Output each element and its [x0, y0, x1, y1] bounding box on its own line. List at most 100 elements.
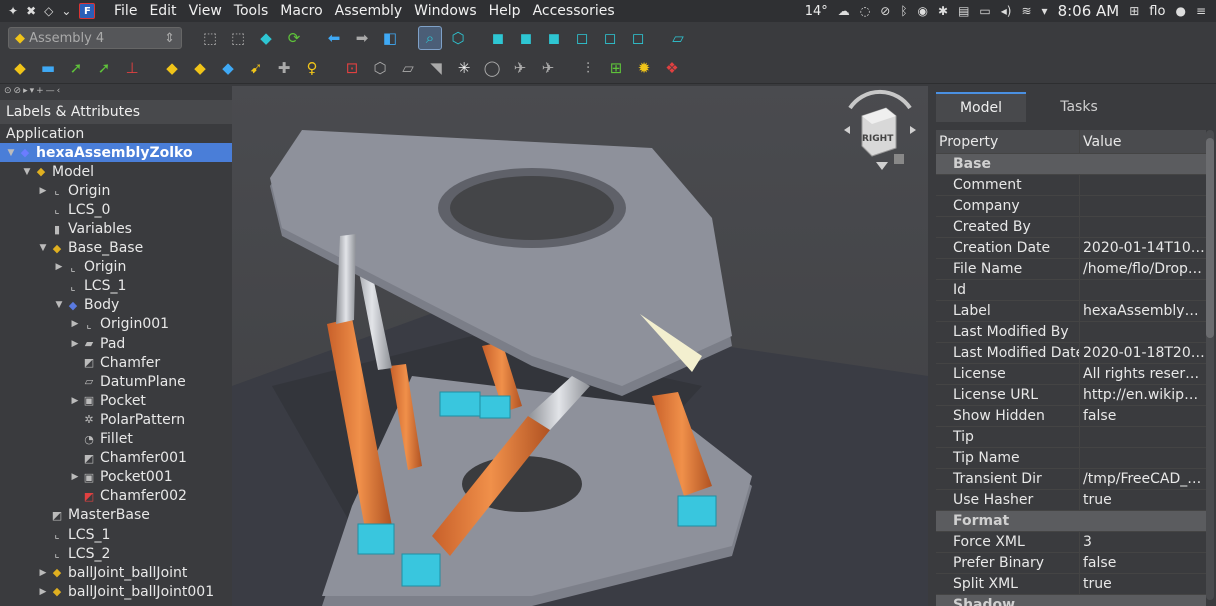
property-row[interactable]: Last Modified By [936, 321, 1206, 343]
property-value[interactable]: /home/flo/Dropb... [1080, 259, 1206, 280]
freecad-app-icon[interactable]: F [79, 3, 96, 19]
chevron-down-icon[interactable]: ⌄ [61, 4, 71, 18]
fit-all-icon[interactable]: ⌕ [418, 26, 442, 50]
expanded-arrow-icon[interactable]: ▼ [52, 300, 66, 310]
menu-more-icon[interactable]: ≡ [1196, 4, 1206, 18]
view-top-icon[interactable]: ◼ [514, 26, 538, 50]
scrollbar-thumb[interactable] [1206, 138, 1214, 338]
view-isometric-icon[interactable]: ⬡ [446, 26, 470, 50]
release-icon[interactable]: ⊡ [340, 56, 364, 80]
column-value[interactable]: Value [1080, 130, 1206, 154]
clipboard-icon[interactable]: ▤ [958, 4, 969, 18]
workbench-selector[interactable]: ◆ Assembly 4 ⇕ [8, 27, 182, 49]
workbench-cube-icon[interactable]: ◧ [378, 26, 402, 50]
solve-icon[interactable]: ✹ [632, 56, 656, 80]
collapsed-arrow-icon[interactable]: ▶ [36, 568, 50, 578]
insert-link-icon[interactable]: ➚ [92, 56, 116, 80]
apple-menu-icon[interactable]: ✦ [8, 4, 18, 18]
tab-model[interactable]: Model [936, 92, 1026, 122]
tree-item[interactable]: ⌞ LCS_1 [0, 277, 232, 296]
property-value[interactable] [1080, 322, 1206, 343]
property-value[interactable] [1080, 427, 1206, 448]
property-value[interactable] [1080, 196, 1206, 217]
wifi-icon[interactable]: ≋ [1021, 4, 1031, 18]
tree-item[interactable]: ▶ ◆ ballJoint_ballJoint [0, 563, 232, 582]
expanded-arrow-icon[interactable]: ▼ [36, 243, 50, 253]
property-row[interactable]: Tip [936, 426, 1206, 448]
property-value[interactable]: 3 [1080, 532, 1206, 553]
tree-item[interactable]: ◩ Chamfer001 [0, 449, 232, 468]
property-row[interactable]: File Name/home/flo/Dropb... [936, 258, 1206, 280]
tree-item[interactable]: ⌞ LCS_0 [0, 200, 232, 219]
menu-file[interactable]: File [108, 3, 143, 19]
bluetooth-icon[interactable]: ᛒ [900, 4, 907, 18]
property-row[interactable]: Last Modified Date 2020-01-18T20:4... [936, 342, 1206, 364]
tree-item[interactable]: ▼ ◆ Body [0, 296, 232, 315]
property-row[interactable]: Id [936, 279, 1206, 301]
record-icon[interactable]: ◉ [918, 4, 928, 18]
property-value[interactable] [1080, 280, 1206, 301]
datum-point-icon[interactable]: ✳ [452, 56, 476, 80]
tree-item[interactable]: ◩ Chamfer002 [0, 487, 232, 506]
tab-tasks[interactable]: Tasks [1034, 92, 1124, 122]
3d-viewport[interactable]: RIGHT [232, 86, 928, 606]
tree-item[interactable]: ▮ Variables [0, 219, 232, 238]
property-scrollbar[interactable] [1206, 130, 1214, 600]
settings-icon[interactable]: ✱ [938, 4, 948, 18]
collapsed-arrow-icon[interactable]: ▶ [52, 262, 66, 272]
menu-help[interactable]: Help [483, 3, 527, 19]
tree-item[interactable]: ▼ ◆ hexaAssemblyZolko [0, 143, 232, 163]
property-value[interactable]: http://en.wikipedi... [1080, 385, 1206, 406]
property-value[interactable]: All rights reserved [1080, 364, 1206, 385]
dropdown-icon[interactable]: ▾ [1042, 4, 1048, 18]
collapsed-arrow-icon[interactable]: ▶ [68, 396, 82, 406]
variables-icon[interactable]: ♀ [300, 56, 324, 80]
expanded-arrow-icon[interactable]: ▼ [20, 167, 34, 177]
user-grid-icon[interactable]: ⊞ [1129, 4, 1139, 18]
explode-icon[interactable]: ✈ [536, 56, 560, 80]
property-group[interactable]: Shadow [936, 595, 1206, 606]
tree-item[interactable]: ✲ PolarPattern [0, 410, 232, 429]
tree-item[interactable]: ▶ ⌞ Origin001 [0, 315, 232, 334]
place-datum-icon[interactable]: ✚ [272, 56, 296, 80]
close-icon[interactable]: ✖ [26, 4, 36, 18]
property-group[interactable]: Base [936, 154, 1206, 175]
property-value[interactable]: 2020-01-18T20:4... [1080, 343, 1206, 364]
menu-tools[interactable]: Tools [228, 3, 275, 19]
datum-plane-icon[interactable]: ▱ [396, 56, 420, 80]
property-row[interactable]: Creation Date2020-01-14T10:10... [936, 237, 1206, 259]
tree-item[interactable]: ◔ Fillet [0, 430, 232, 449]
tree-item[interactable]: ▶ ◆ ballJoint_ballJoint001 [0, 582, 232, 601]
collapsed-arrow-icon[interactable]: ▶ [68, 472, 82, 482]
property-value[interactable] [1080, 448, 1206, 469]
property-value[interactable]: false [1080, 553, 1206, 574]
view-rear-icon[interactable]: ◻ [570, 26, 594, 50]
insert-part-icon[interactable]: ➚ [64, 56, 88, 80]
back-arrow-icon[interactable]: ⬅ [322, 26, 346, 50]
property-row[interactable]: LabelhexaAssemblyZol... [936, 300, 1206, 322]
drop-icon[interactable]: ● [1175, 4, 1185, 18]
property-row[interactable]: Comment [936, 174, 1206, 196]
property-row[interactable]: Company [936, 195, 1206, 217]
info-icon[interactable]: ❖ [660, 56, 684, 80]
menu-edit[interactable]: Edit [143, 3, 182, 19]
refresh-icon[interactable]: ⟳ [282, 26, 306, 50]
open-folder-icon[interactable]: ▬ [36, 56, 60, 80]
tree-item[interactable]: ▶ ▰ Pad [0, 334, 232, 353]
tree-item[interactable]: ◩ MasterBase [0, 506, 232, 525]
property-row[interactable]: Show Hidden false [936, 405, 1206, 427]
column-property[interactable]: Property [936, 129, 1080, 154]
view-left-icon[interactable]: ◻ [626, 26, 650, 50]
property-row[interactable]: Force XML 3 [936, 531, 1206, 553]
cloud-icon[interactable]: ☁ [838, 4, 850, 18]
tree-item[interactable]: ▶ ⌞ Origin [0, 181, 232, 200]
expanded-arrow-icon[interactable]: ▼ [4, 148, 18, 158]
property-row[interactable]: License URL http://en.wikipedi... [936, 384, 1206, 406]
bom-icon[interactable]: ⫶ [576, 56, 600, 80]
datum-circle-icon[interactable]: ◯ [480, 56, 504, 80]
property-value[interactable]: hexaAssemblyZol... [1080, 301, 1206, 322]
tree-item[interactable]: ◩ Chamfer [0, 353, 232, 372]
tree-item[interactable]: ▱ DatumPlane [0, 372, 232, 391]
new-model-icon[interactable]: ◆ [8, 56, 32, 80]
property-value[interactable] [1080, 175, 1206, 196]
